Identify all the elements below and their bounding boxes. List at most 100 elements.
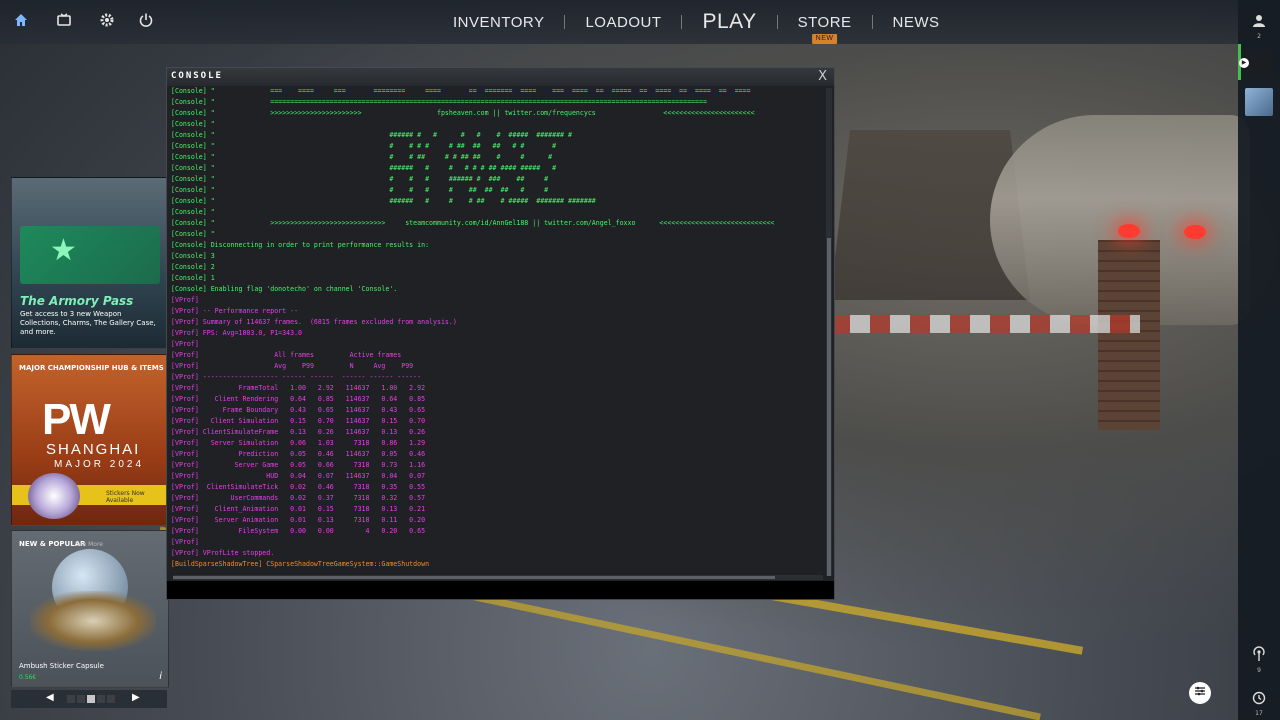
console-line: [VProf] Client_Animation 0.01 0.15 7318 …: [171, 505, 426, 513]
console-line: [Console] " >>>>>>>>>>>>>>>>>>>>>>> fpsh…: [171, 109, 755, 117]
console-line: [Console] " # # # # # ## ## ## # # #: [171, 142, 557, 150]
console-line: [VProf] HUD 0.04 0.07 114637 0.04 0.07: [171, 472, 426, 480]
antenna-count: 9: [1257, 667, 1261, 674]
close-icon[interactable]: X: [818, 69, 827, 84]
item-price: 0.56€: [19, 674, 37, 681]
major-championship-promo[interactable]: MAJOR CHAMPIONSHIP HUB & ITEMS PW SHANGH…: [11, 354, 169, 526]
console-line: [Console] ": [171, 230, 215, 238]
star-icon: ★: [50, 233, 77, 268]
champion-sticker-image: [28, 473, 80, 519]
console-line: [Console] Enabling flag 'donotecho' on c…: [171, 285, 398, 293]
carousel-dot[interactable]: [77, 695, 85, 703]
info-icon[interactable]: i: [159, 671, 162, 682]
history-button[interactable]: 17: [1238, 690, 1280, 717]
scrollbar-thumb[interactable]: [827, 238, 831, 576]
carousel-dots: [67, 695, 115, 703]
console-line: [Console] 1: [171, 274, 215, 282]
background-red-light: [1118, 224, 1140, 238]
major-logo: PW: [42, 395, 111, 444]
gear-icon[interactable]: [97, 12, 117, 32]
console-horizontal-scrollbar[interactable]: [173, 575, 823, 580]
play-icon: ▶: [1239, 58, 1249, 68]
right-sidebar: 2 ▶ 9 17: [1238, 0, 1280, 720]
console-line: [Console] 2: [171, 263, 215, 271]
see-more-link[interactable]: See More: [75, 541, 103, 548]
friend-avatar-playing[interactable]: ▶: [1239, 49, 1273, 77]
console-line: [Console] ": [171, 208, 215, 216]
console-line: [VProf] Client Simulation 0.15 0.70 1146…: [171, 417, 426, 425]
console-input[interactable]: [167, 581, 834, 599]
console-line: [VProf] Client Rendering 0.64 0.85 11463…: [171, 395, 426, 403]
store-new-badge: NEW: [811, 33, 838, 44]
top-bar: INVENTORY LOADOUT PLAY STORE NEW NEWS: [0, 0, 1238, 44]
nav-store-label: STORE: [797, 13, 852, 31]
console-title: CONSOLE: [171, 71, 223, 81]
sticker-collection-image: [30, 591, 156, 651]
console-line: [VProf]: [171, 538, 199, 546]
major-stickers-available: Stickers Now Available: [106, 490, 145, 504]
console-line: [VProf] -- Performance report --: [171, 307, 299, 315]
armory-description: Get access to 3 new Weapon Collections, …: [20, 310, 156, 336]
console-header[interactable]: CONSOLE X: [167, 68, 834, 86]
background-barrier: [830, 315, 1140, 333]
nav-separator: [776, 15, 778, 29]
nav-inventory[interactable]: INVENTORY: [453, 14, 544, 31]
console-line: [VProf] Avg P99 N Avg P99: [171, 362, 414, 370]
carousel-next-icon[interactable]: ▶: [132, 692, 140, 703]
armory-ticket-image: [20, 226, 160, 284]
console-line: [VProf] Frame Boundary 0.43 0.65 114637 …: [171, 406, 426, 414]
nav-play[interactable]: PLAY: [702, 10, 756, 34]
nav-news[interactable]: NEWS: [893, 14, 940, 31]
console-line: [Console] Disconnecting in order to prin…: [171, 241, 430, 249]
console-line: [VProf] VProfLite stopped.: [171, 549, 275, 557]
console-line: [VProf] ClientSimulateFrame 0.13 0.26 11…: [171, 428, 426, 436]
tv-icon[interactable]: [54, 12, 74, 32]
home-icon[interactable]: [11, 12, 31, 32]
filter-settings-button[interactable]: [1189, 682, 1211, 704]
friend-avatar[interactable]: [1245, 88, 1273, 116]
carousel-dot[interactable]: [107, 695, 115, 703]
console-vertical-scrollbar[interactable]: [826, 88, 832, 576]
console-line: [VProf] Server Simulation 0.06 1.03 7318…: [171, 439, 426, 447]
background-brick-pillar: [1098, 240, 1160, 430]
power-icon[interactable]: [136, 12, 156, 32]
console-line: [VProf] All frames Active frames: [171, 351, 402, 359]
console-line: [VProf] Summary of 114637 frames. (6815 …: [171, 318, 457, 326]
console-line: [VProf] Server Animation 0.01 0.13 7318 …: [171, 516, 426, 524]
console-window: CONSOLE X [Console] " === ==== === =====…: [166, 67, 835, 600]
sliders-icon: [1195, 686, 1205, 696]
nav-store[interactable]: STORE NEW: [797, 13, 852, 44]
nav-separator: [564, 15, 566, 29]
antenna-button[interactable]: 9: [1238, 646, 1280, 674]
armory-pass-promo[interactable]: ★ The Armory Pass Get access to 3 new We…: [11, 177, 169, 349]
history-count: 17: [1255, 710, 1263, 717]
carousel-dot[interactable]: [97, 695, 105, 703]
console-output: [Console] " === ==== === ======== ==== =…: [171, 86, 807, 576]
nav-separator: [871, 15, 873, 29]
antenna-icon: [1253, 646, 1265, 661]
console-line: [VProf] FileSystem 0.00 0.00 4 0.20 0.65: [171, 527, 426, 535]
friends-button[interactable]: 2: [1238, 13, 1280, 40]
console-line: [Console] " ============================…: [171, 98, 707, 106]
console-line: [Console] " >>>>>>>>>>>>>>>>>>>>>>>>>>>>…: [171, 219, 775, 227]
console-line: [Console] " # # ## # # ## ## # # #: [171, 153, 553, 161]
console-line: [VProf] UserCommands 0.02 0.37 7318 0.32…: [171, 494, 426, 502]
console-line: [Console] " # # # ###### # ### ## #: [171, 175, 549, 183]
console-line: [VProf] Server Game 0.05 0.66 7318 0.73 …: [171, 461, 426, 469]
new-popular-promo[interactable]: NEW & POPULAR See More Ambush Sticker Ca…: [11, 530, 169, 688]
person-icon: [1253, 15, 1265, 27]
carousel-dot[interactable]: [67, 695, 75, 703]
console-line: [VProf] Prediction 0.05 0.46 114637 0.05…: [171, 450, 426, 458]
carousel-dot-active[interactable]: [87, 695, 95, 703]
friends-count: 2: [1257, 33, 1261, 40]
background-tank: [990, 115, 1250, 325]
major-label: MAJOR CHAMPIONSHIP HUB & ITEMS: [19, 364, 164, 372]
console-line: [Console] " ###### # # # # # ##### #####…: [171, 131, 572, 139]
item-name: Ambush Sticker Capsule: [19, 662, 104, 670]
carousel-prev-icon[interactable]: ◀: [46, 692, 54, 703]
nav-loadout[interactable]: LOADOUT: [585, 14, 661, 31]
scrollbar-thumb[interactable]: [173, 576, 775, 579]
nav-separator: [681, 15, 683, 29]
main-nav: INVENTORY LOADOUT PLAY STORE NEW NEWS: [453, 0, 940, 44]
console-line: [Console] " ###### # # # # # ## #### ###…: [171, 164, 557, 172]
